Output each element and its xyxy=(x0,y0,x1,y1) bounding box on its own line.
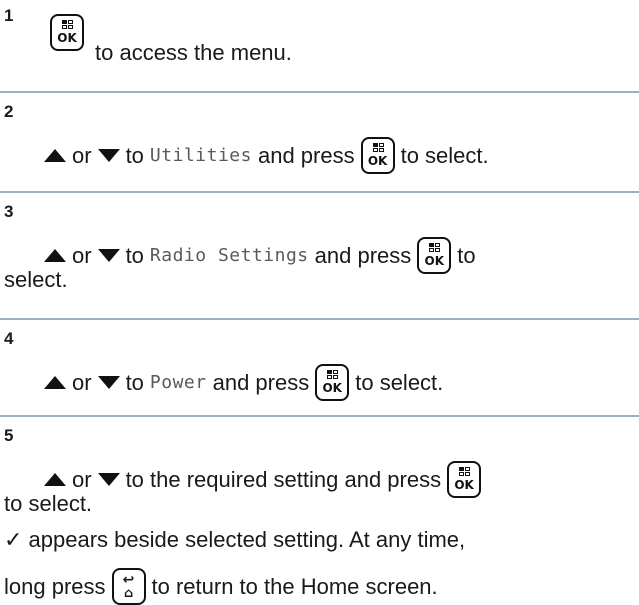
step-number: 5 xyxy=(4,426,14,445)
down-arrow-icon xyxy=(97,473,120,486)
step-4-text: or to Power and press OK to select. xyxy=(44,364,443,401)
step-number: 3 xyxy=(4,202,14,221)
step-3-text-cont: select. xyxy=(4,267,68,292)
step-2-text: or to Utilities and press OK to select. xyxy=(44,137,489,174)
down-arrow-icon xyxy=(97,376,120,389)
step-1-text: to access the menu. xyxy=(95,40,292,65)
menu-ok-key-icon: OK xyxy=(50,14,84,51)
step-5-text: or to the required setting and press OK xyxy=(44,461,482,498)
divider xyxy=(0,91,639,93)
up-arrow-icon xyxy=(44,149,66,162)
down-arrow-icon xyxy=(97,249,120,262)
divider xyxy=(0,318,639,320)
up-arrow-icon xyxy=(44,473,66,486)
down-arrow-icon xyxy=(97,149,120,162)
divider xyxy=(0,415,639,417)
up-arrow-icon xyxy=(44,249,66,262)
step-number: 2 xyxy=(4,102,14,121)
step-number: 1 xyxy=(4,6,14,25)
menu-ok-key-icon: OK xyxy=(417,237,452,274)
menu-ok-key-icon: OK xyxy=(315,364,350,401)
step-5-note: ✓ appears beside selected setting. At an… xyxy=(4,527,466,552)
menu-item-text: Power xyxy=(149,371,207,393)
step-number: 4 xyxy=(4,329,14,348)
divider xyxy=(0,191,639,193)
menu-item-text: Utilities xyxy=(149,144,252,166)
up-arrow-icon xyxy=(44,376,66,389)
step-3-text: or to Radio Settings and press OK to xyxy=(44,237,476,274)
menu-ok-key-icon: OK xyxy=(360,137,395,174)
menu-item-text: Radio Settings xyxy=(149,244,309,266)
step-5-text-cont: to select. xyxy=(4,491,93,516)
step-5-long-press: long press ↩ ⌂ to return to the Home scr… xyxy=(4,568,438,605)
back-home-key-icon: ↩ ⌂ xyxy=(111,568,146,605)
menu-ok-key-icon: OK xyxy=(447,461,482,498)
